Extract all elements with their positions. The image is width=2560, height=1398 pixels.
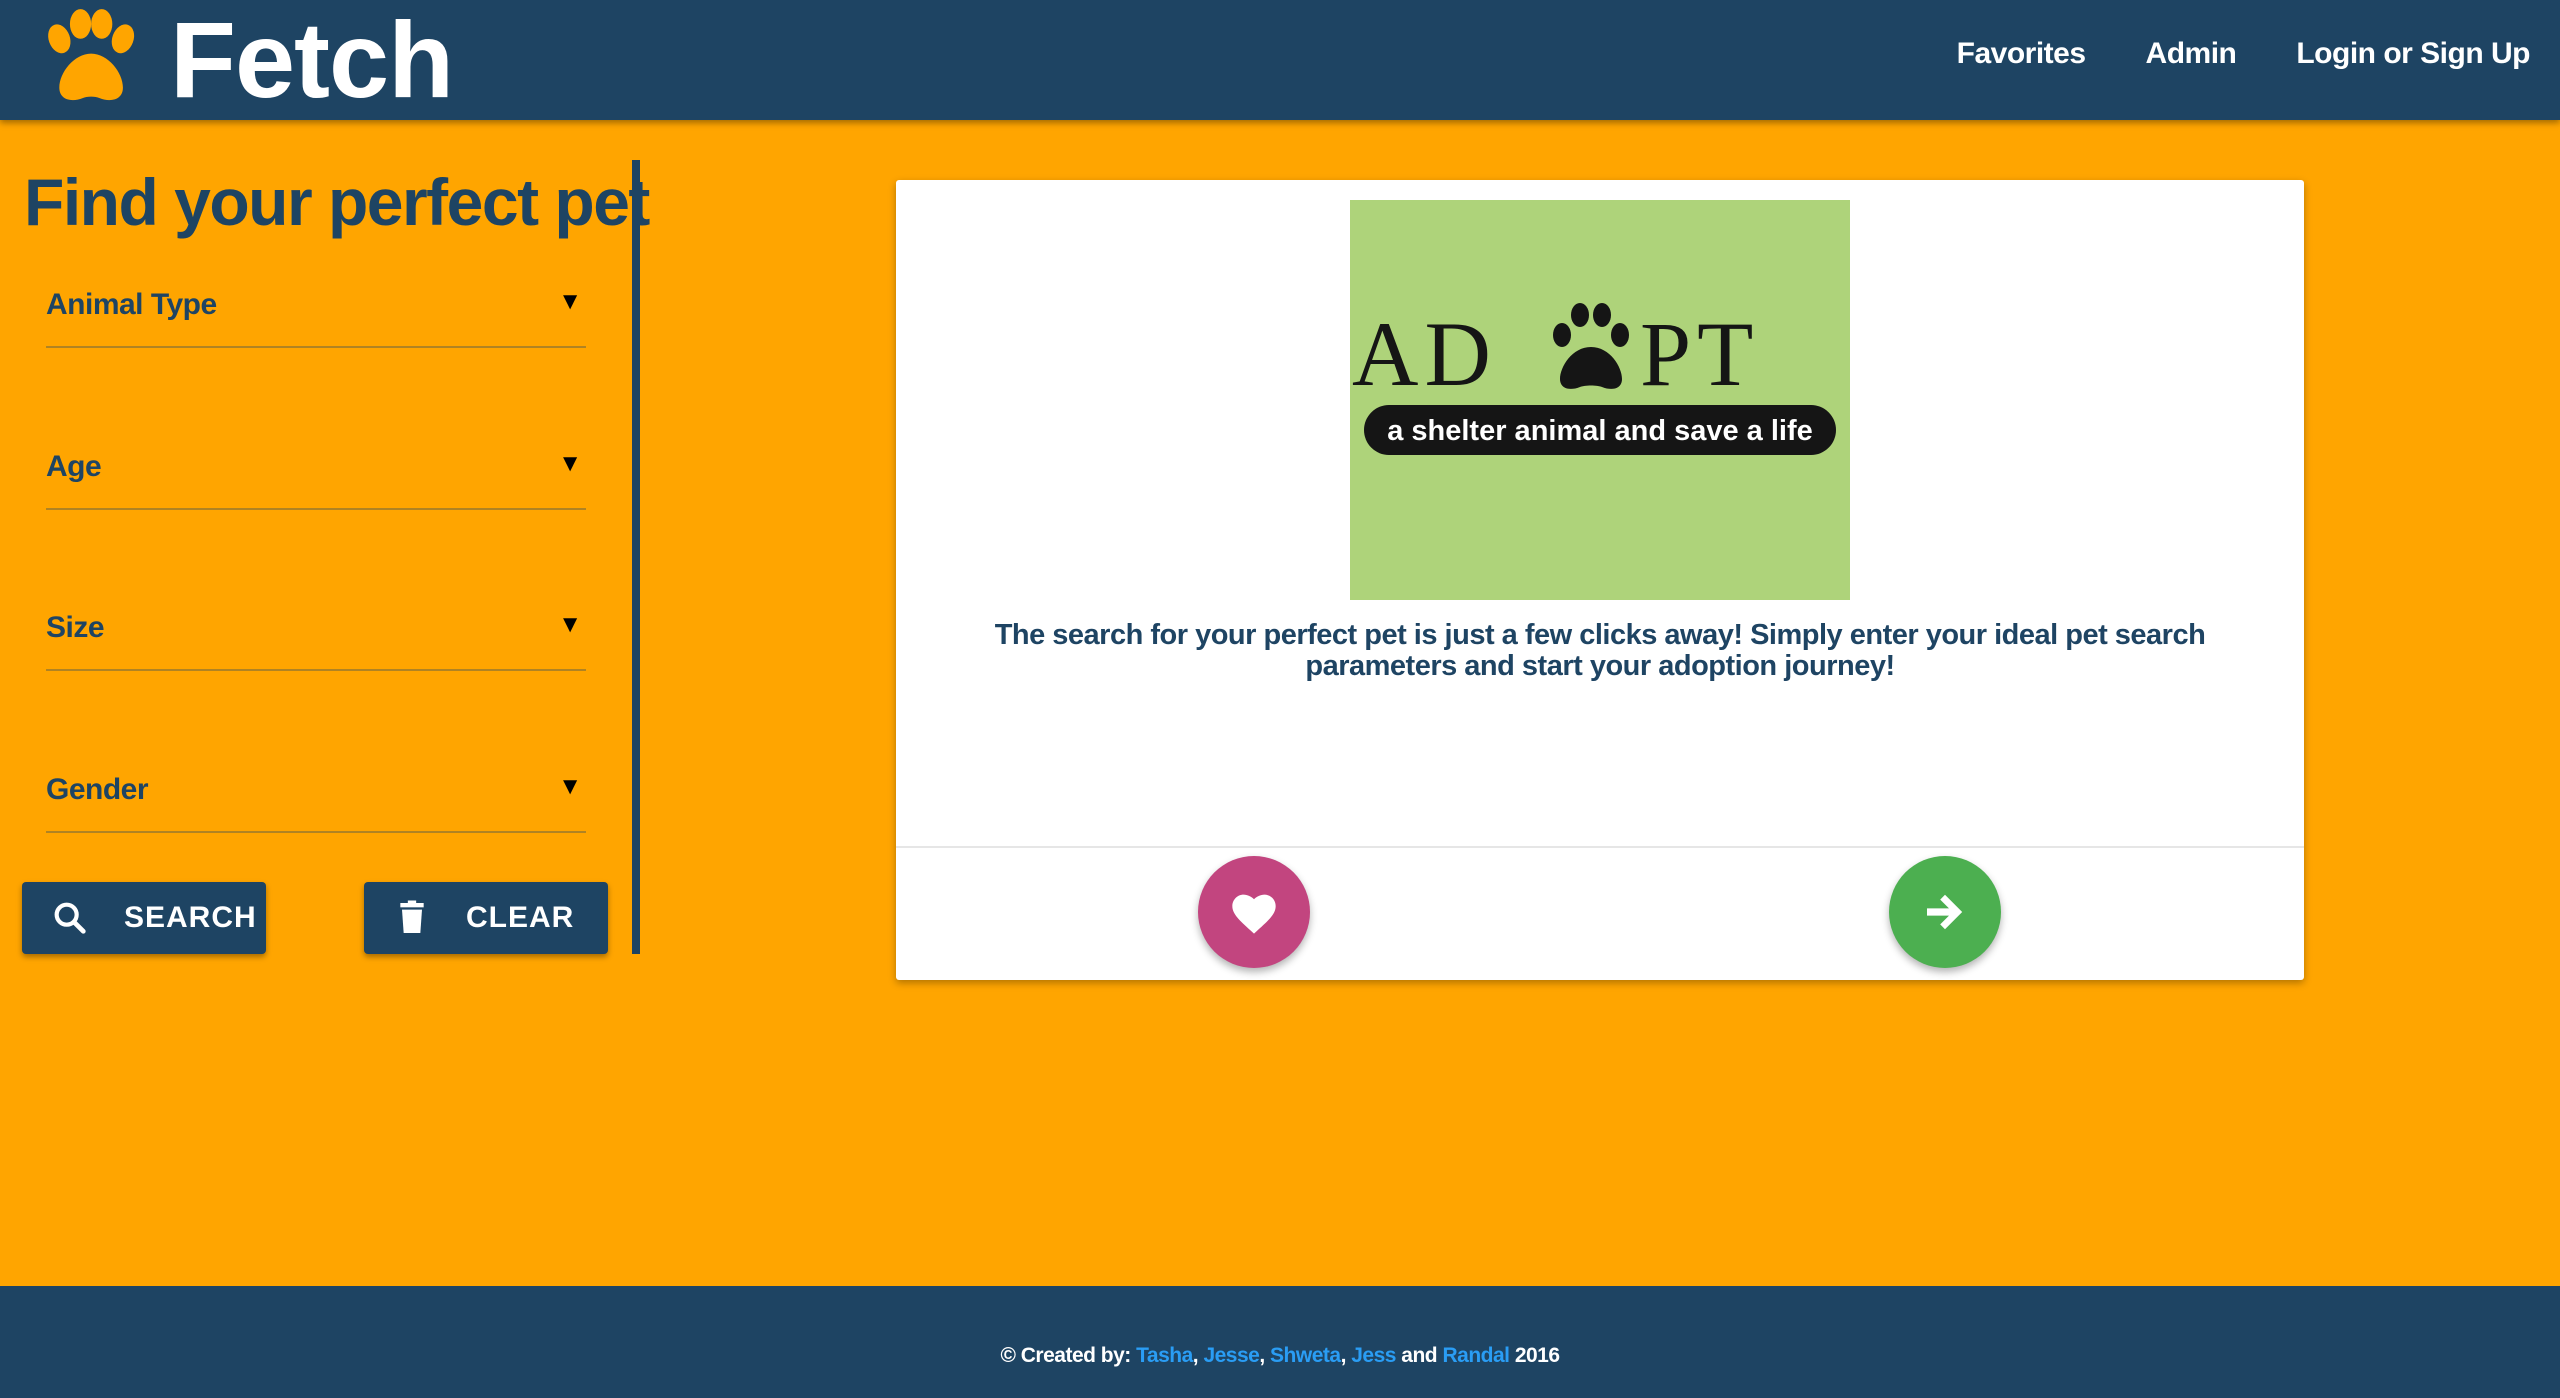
search-button-label: SEARCH	[124, 901, 257, 934]
author-link-randal[interactable]: Randal	[1442, 1344, 1510, 1367]
top-navbar: Fetch Favorites Admin Login or Sign Up	[0, 0, 2560, 120]
dropdown-arrow-icon: ▼	[558, 288, 582, 315]
svg-text:PT: PT	[1640, 303, 1759, 405]
footer-and: and	[1395, 1344, 1443, 1367]
author-link-jess[interactable]: Jess	[1351, 1344, 1396, 1367]
intro-text: The search for your perfect pet is just …	[994, 619, 2206, 682]
author-link-tasha[interactable]: Tasha	[1136, 1344, 1193, 1367]
footer-credits: © Created by: Tasha, Jesse, Shweta, Jess…	[0, 1344, 2560, 1368]
dropdown-arrow-icon: ▼	[558, 450, 582, 477]
footer-prefix: © Created by:	[1000, 1344, 1137, 1367]
brand-name: Fetch	[170, 0, 454, 120]
age-select[interactable]: Age ▼	[46, 450, 586, 510]
search-icon	[54, 902, 86, 934]
nav-admin-link[interactable]: Admin	[2146, 37, 2237, 71]
nav-login-signup-link[interactable]: Login or Sign Up	[2296, 37, 2530, 71]
search-button[interactable]: SEARCH	[22, 882, 266, 954]
welcome-card: AD PT a shelter animal and save a life T…	[896, 180, 2304, 980]
heart-icon	[1232, 894, 1276, 934]
size-select[interactable]: Size ▼	[46, 611, 586, 671]
next-button[interactable]	[1889, 856, 2001, 968]
trash-icon	[400, 900, 424, 933]
brand[interactable]: Fetch	[36, 0, 454, 120]
footer: © Created by: Tasha, Jesse, Shweta, Jess…	[0, 1286, 2560, 1398]
animal-type-select[interactable]: Animal Type ▼	[46, 288, 586, 348]
gender-select[interactable]: Gender ▼	[46, 773, 586, 833]
age-label: Age	[46, 450, 102, 483]
animal-type-label: Animal Type	[46, 288, 217, 321]
sidebar-title: Find your perfect pet	[24, 165, 650, 239]
card-divider	[896, 846, 2304, 848]
size-label: Size	[46, 611, 105, 644]
search-sidebar: Find your perfect pet Animal Type ▼ Age …	[0, 160, 650, 954]
svg-text:AD: AD	[1352, 303, 1497, 405]
svg-text:a shelter animal and save a li: a shelter animal and save a life	[1387, 415, 1813, 447]
dropdown-arrow-icon: ▼	[558, 773, 582, 800]
author-link-shweta[interactable]: Shweta	[1270, 1344, 1341, 1367]
footer-separator: ,	[1340, 1344, 1352, 1367]
paw-logo-icon	[48, 9, 135, 101]
nav-favorites-link[interactable]: Favorites	[1957, 37, 2086, 71]
footer-separator: ,	[1259, 1344, 1271, 1367]
arrow-right-icon	[1927, 894, 1963, 930]
clear-button[interactable]: CLEAR	[364, 882, 608, 954]
favorite-button[interactable]	[1198, 856, 1310, 968]
adopt-banner-image: AD PT a shelter animal and save a life	[1350, 200, 1850, 600]
gender-label: Gender	[46, 773, 149, 806]
footer-separator: ,	[1192, 1344, 1204, 1367]
nav-links: Favorites Admin Login or Sign Up	[1897, 0, 2531, 108]
footer-year: 2016	[1509, 1344, 1560, 1367]
author-link-jesse[interactable]: Jesse	[1203, 1344, 1259, 1367]
dropdown-arrow-icon: ▼	[558, 611, 582, 638]
clear-button-label: CLEAR	[466, 901, 575, 934]
